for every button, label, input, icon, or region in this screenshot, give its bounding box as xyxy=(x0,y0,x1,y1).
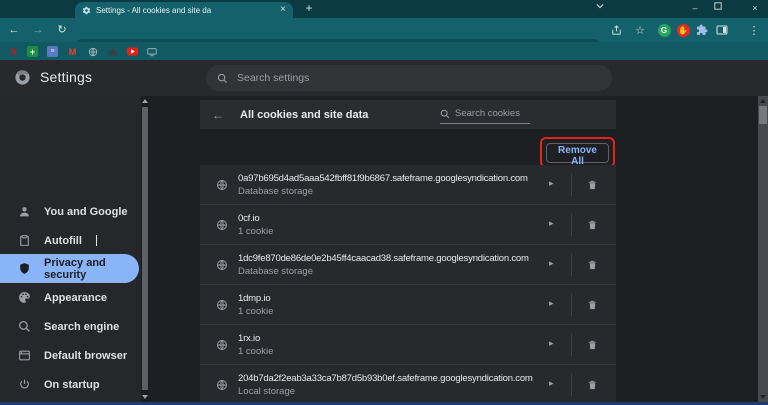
bookmarks-bar: N + ≡ M xyxy=(0,42,768,60)
subpage-title: All cookies and site data xyxy=(240,108,369,121)
cookie-row[interactable]: 0cf.io 1 cookie ▸ xyxy=(200,205,616,245)
remove-all-button[interactable]: Remove All xyxy=(546,143,609,167)
bookmark-youtube-icon[interactable] xyxy=(127,46,138,57)
search-icon xyxy=(440,109,450,118)
tab-strip: Settings - All cookies and site da × + –… xyxy=(0,0,768,18)
settings-search-input[interactable]: Search settings xyxy=(206,65,612,91)
chevron-right-icon[interactable]: ▸ xyxy=(549,298,554,309)
chrome-menu-logo-icon xyxy=(15,70,30,85)
tab-search-icon[interactable] xyxy=(596,2,618,16)
tab-close-icon[interactable]: × xyxy=(280,5,286,15)
extension-red-icon[interactable]: ✋ xyxy=(675,22,691,38)
back-arrow-icon[interactable]: ← xyxy=(212,108,224,122)
delete-cookie-button[interactable] xyxy=(578,257,606,273)
bookmark-sheets-icon[interactable]: + xyxy=(27,46,38,57)
browser-window-icon xyxy=(19,350,30,361)
globe-icon xyxy=(217,379,227,391)
bookmark-globe-icon[interactable] xyxy=(87,46,98,57)
cookie-search-input[interactable]: Search cookies xyxy=(440,104,530,124)
page-title: Settings xyxy=(40,69,93,85)
settings-sidebar: You and Google Autofill Privacy and secu… xyxy=(0,96,141,405)
bookmark-gmail-icon[interactable]: M xyxy=(67,46,78,57)
page-scrollbar[interactable] xyxy=(758,96,768,402)
delete-cookie-button[interactable] xyxy=(578,337,606,353)
browser-menu-icon[interactable]: ⋮ xyxy=(746,22,762,38)
chevron-right-icon[interactable]: ▸ xyxy=(549,178,554,189)
cookie-row[interactable]: 1rx.io 1 cookie ▸ xyxy=(200,325,616,365)
scroll-up-button[interactable] xyxy=(760,99,766,103)
chevron-right-icon[interactable]: ▸ xyxy=(549,218,554,229)
power-icon xyxy=(20,379,29,389)
search-icon xyxy=(217,73,228,83)
cookie-list: 0a97b695d4ad5aaa542fbff81f9b6867.safefra… xyxy=(200,165,616,405)
person-icon xyxy=(20,207,29,217)
scroll-down-button[interactable] xyxy=(141,392,149,402)
bookmark-netflix-icon[interactable]: N xyxy=(8,46,19,57)
minimize-button[interactable]: – xyxy=(684,2,706,16)
gear-icon xyxy=(82,6,91,14)
settings-header: Settings Search settings xyxy=(0,60,768,96)
sidebar-item-privacy-and-security[interactable]: Privacy and security xyxy=(0,254,139,283)
delete-cookie-button[interactable] xyxy=(578,217,606,233)
bookmark-briefcase-icon[interactable] xyxy=(107,46,118,57)
globe-icon xyxy=(217,179,227,191)
chevron-right-icon[interactable]: ▸ xyxy=(549,378,554,389)
back-icon[interactable]: ← xyxy=(6,22,22,38)
palette-icon xyxy=(19,292,30,303)
sidebar-item-autofill[interactable]: Autofill xyxy=(0,226,141,255)
cookie-row[interactable]: 0a97b695d4ad5aaa542fbff81f9b6867.safefra… xyxy=(200,165,616,205)
close-window-button[interactable]: × xyxy=(744,2,766,16)
extensions-puzzle-icon[interactable] xyxy=(694,22,710,38)
bookmark-star-icon[interactable]: ☆ xyxy=(632,22,648,38)
text-cursor xyxy=(95,235,97,246)
scrollbar-thumb[interactable] xyxy=(759,106,767,124)
new-tab-button[interactable]: + xyxy=(301,1,317,17)
shield-icon xyxy=(20,263,29,274)
clipboard-icon xyxy=(20,235,29,246)
reload-icon[interactable]: ↻ xyxy=(54,22,70,38)
sidebar-scrollbar[interactable] xyxy=(141,96,149,402)
delete-cookie-button[interactable] xyxy=(578,177,606,193)
chevron-right-icon[interactable]: ▸ xyxy=(549,258,554,269)
browser-window: Settings - All cookies and site da × + –… xyxy=(0,0,768,405)
share-icon[interactable] xyxy=(608,22,624,38)
tab-title: Settings - All cookies and site da xyxy=(96,5,212,15)
forward-icon[interactable]: → xyxy=(30,22,46,38)
side-panel-icon[interactable] xyxy=(714,22,730,38)
settings-search-placeholder: Search settings xyxy=(237,72,310,84)
delete-cookie-button[interactable] xyxy=(578,377,606,393)
cookie-row[interactable]: 1dc9fe870de86de0e2b45ff4caacad38.safefra… xyxy=(200,245,616,285)
delete-cookie-button[interactable] xyxy=(578,297,606,313)
sidebar-item-you-and-google[interactable]: You and Google xyxy=(0,197,141,226)
scroll-up-button[interactable] xyxy=(141,96,149,106)
globe-icon xyxy=(217,299,227,311)
scrollbar-thumb[interactable] xyxy=(142,107,148,390)
subpage-header: ← All cookies and site data Search cooki… xyxy=(200,100,616,129)
sidebar-item-on-startup[interactable]: On startup xyxy=(0,370,141,399)
scroll-down-button[interactable] xyxy=(760,395,766,399)
globe-icon xyxy=(217,219,227,231)
extension-green-icon[interactable]: G xyxy=(656,22,672,38)
bookmark-monitor-icon[interactable] xyxy=(146,46,157,57)
globe-icon xyxy=(217,259,227,271)
browser-toolbar: ← → ↻ Chrome | chrome://settings/siteDat… xyxy=(0,18,768,57)
cookie-row[interactable]: 1dmp.io 1 cookie ▸ xyxy=(200,285,616,325)
chevron-right-icon[interactable]: ▸ xyxy=(549,338,554,349)
maximize-button[interactable] xyxy=(714,2,736,16)
cookie-search-placeholder: Search cookies xyxy=(455,108,520,119)
cookie-row[interactable]: 204b7da2f2eab3a33ca7b87d5b93b0ef.safefra… xyxy=(200,365,616,405)
sidebar-item-appearance[interactable]: Appearance xyxy=(0,283,141,312)
active-tab[interactable]: Settings - All cookies and site da × xyxy=(75,2,293,18)
sidebar-item-default-browser[interactable]: Default browser xyxy=(0,341,141,370)
bookmark-notes-icon[interactable]: ≡ xyxy=(47,46,58,57)
globe-icon xyxy=(217,339,227,351)
magnifier-icon xyxy=(18,320,30,332)
sidebar-item-search-engine[interactable]: Search engine xyxy=(0,312,141,341)
